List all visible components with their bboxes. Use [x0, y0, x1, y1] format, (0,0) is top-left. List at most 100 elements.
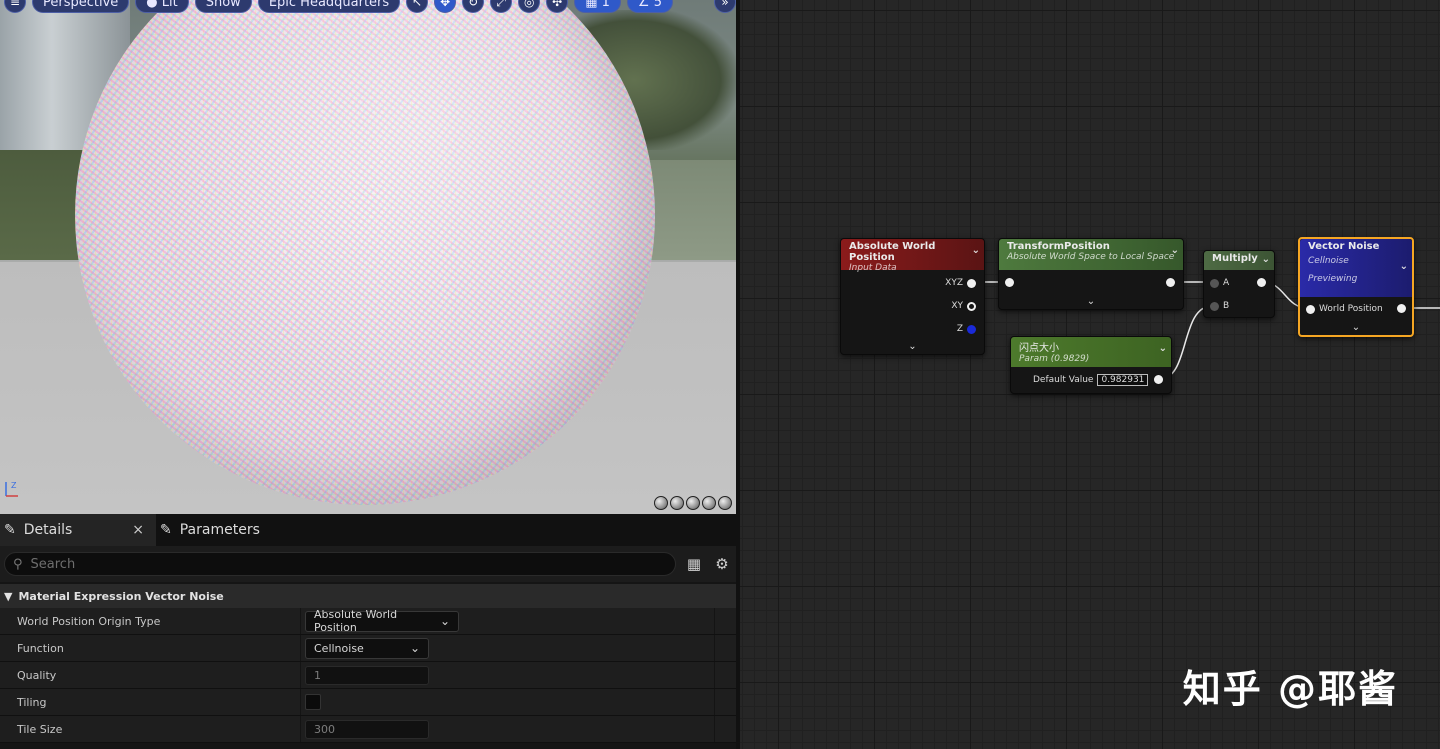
grid-snap-button[interactable]: ▦ 1 [574, 0, 621, 13]
dropdown-value: Cellnoise [314, 641, 364, 655]
output-pin[interactable] [1166, 278, 1175, 287]
view-mode-button[interactable]: Perspective [32, 0, 130, 13]
svg-text:Z: Z [11, 481, 17, 490]
tile-size-field[interactable]: 300 [305, 719, 429, 739]
input-pin-icon [1306, 304, 1315, 314]
rotate-tool-icon[interactable]: ↻ [462, 0, 485, 13]
node-transform-position[interactable]: TransformPosition Absolute World Space t… [998, 238, 1184, 310]
tab-parameters-label: Parameters [179, 522, 260, 538]
chevron-down-icon[interactable]: ⌄ [1400, 261, 1408, 272]
hamburger-menu-icon[interactable]: ≡ [4, 0, 26, 13]
quality-field[interactable]: 1 [305, 665, 429, 685]
property-row-tile-size: Tile Size 300 [0, 716, 736, 743]
search-row: ⚲ ▦ ⚙ [0, 546, 736, 582]
output-pin[interactable] [1154, 375, 1163, 384]
chevron-down-icon: ⌄ [409, 641, 420, 655]
axis-gizmo-icon: Z [2, 478, 22, 500]
output-pin-icon [1397, 304, 1406, 313]
node-title: Multiply [1212, 253, 1258, 264]
node-scalar-parameter[interactable]: 闪点大小 Param (0.9829) ⌄ Default Value 0.98… [1010, 336, 1172, 394]
tab-parameters[interactable]: ✎ Parameters [156, 514, 272, 546]
pencil-icon: ✎ [4, 522, 16, 538]
material-graph[interactable]: Absolute World Position Input Data ⌄ XYZ… [736, 0, 1440, 749]
output-pin[interactable] [1397, 304, 1406, 313]
node-multiply[interactable]: Multiply ⌄ A B [1203, 250, 1275, 318]
chevron-down-icon[interactable]: ⌄ [1171, 245, 1179, 256]
default-value-label: Default Value [1033, 375, 1094, 385]
lit-icon: ● [146, 0, 162, 10]
material-preview-viewport[interactable]: ≡ Perspective ● Lit Show Epic Headquarte… [0, 0, 736, 514]
node-title: TransformPosition [1007, 241, 1110, 252]
output-pin-icon [967, 324, 976, 334]
output-pin[interactable] [1257, 278, 1266, 287]
node-subtitle: Param (0.9829) [1019, 354, 1090, 364]
pin-b[interactable]: B [1210, 301, 1229, 311]
pin-z[interactable]: Z [957, 324, 976, 334]
pin-a[interactable]: A [1210, 278, 1229, 288]
property-label: Tile Size [17, 722, 63, 736]
world-position-origin-type-dropdown[interactable]: Absolute World Position ⌄ [305, 608, 459, 634]
search-box[interactable]: ⚲ [4, 552, 676, 576]
lit-button[interactable]: ● Lit [135, 0, 189, 13]
scale-tool-icon[interactable]: ⤢ [490, 0, 513, 13]
close-icon[interactable]: × [132, 522, 144, 538]
node-title: Vector Noise [1308, 241, 1380, 252]
plane-mesh-icon[interactable] [686, 496, 700, 510]
node-absolute-world-position[interactable]: Absolute World Position Input Data ⌄ XYZ… [840, 238, 985, 355]
chevron-down-icon[interactable]: ⌄ [1262, 254, 1270, 265]
expand-toolbar-icon[interactable]: » [714, 0, 736, 13]
output-pin-icon [1154, 375, 1163, 384]
expand-chevron-icon[interactable]: ⌄ [999, 296, 1183, 307]
pin-label: XY [951, 301, 963, 311]
pin-xyz[interactable]: XYZ [945, 278, 976, 288]
chevron-down-icon[interactable]: ⌄ [1159, 343, 1167, 354]
angle-snap-value: 5 [653, 0, 662, 10]
property-label: World Position Origin Type [17, 614, 161, 628]
pin-world-position[interactable]: World Position [1306, 304, 1383, 314]
input-pin[interactable] [1005, 278, 1014, 287]
output-pin-icon [967, 278, 976, 288]
grid-icon: ▦ [585, 0, 602, 10]
property-row-tiling: Tiling [0, 689, 736, 716]
output-pin-icon [1257, 278, 1266, 287]
dropdown-value: Absolute World Position [314, 608, 398, 634]
property-label: Tiling [17, 695, 47, 709]
teapot-mesh-icon[interactable] [718, 496, 732, 510]
table-view-icon[interactable]: ▦ [684, 554, 704, 574]
angle-snap-button[interactable]: ∠ 5 [626, 0, 673, 13]
pin-label: B [1223, 301, 1230, 311]
pin-xy[interactable]: XY [951, 301, 976, 311]
property-row-world-position-origin-type: World Position Origin Type Absolute Worl… [0, 608, 736, 635]
collapse-arrow-icon: ▼ [4, 589, 13, 603]
default-value-field[interactable]: 0.982931 [1097, 374, 1149, 386]
tiling-checkbox[interactable] [305, 694, 321, 710]
translate-tool-icon[interactable]: ✥ [434, 0, 457, 13]
function-dropdown[interactable]: Cellnoise ⌄ [305, 637, 429, 659]
cube-mesh-icon[interactable] [702, 496, 716, 510]
sphere-mesh-icon[interactable] [670, 496, 684, 510]
output-pin-icon [967, 301, 976, 311]
search-icon: ⚲ [13, 556, 23, 572]
world-space-icon[interactable]: ◎ [518, 0, 541, 13]
select-tool-icon[interactable]: ↖ [406, 0, 429, 13]
section-header[interactable]: ▼ Material Expression Vector Noise [0, 584, 736, 608]
chevron-down-icon: ⌄ [439, 614, 450, 628]
search-input[interactable] [30, 556, 667, 572]
tab-details[interactable]: ✎ Details × [0, 514, 156, 546]
node-subtitle: Cellnoise [1308, 256, 1349, 266]
show-button[interactable]: Show [194, 0, 252, 13]
pencil-icon: ✎ [160, 522, 172, 538]
surface-snap-icon[interactable]: ✣ [546, 0, 569, 13]
gear-icon[interactable]: ⚙ [712, 554, 732, 574]
property-row-quality: Quality 1 [0, 662, 736, 689]
node-vector-noise[interactable]: Vector Noise Cellnoise Previewing ⌄ Worl… [1298, 237, 1414, 337]
expand-chevron-icon[interactable]: ⌄ [841, 341, 984, 352]
node-subtitle: Absolute World Space to Local Space [1007, 252, 1175, 262]
scene-button[interactable]: Epic Headquarters [257, 0, 401, 13]
tab-details-label: Details [23, 522, 73, 538]
cylinder-mesh-icon[interactable] [654, 496, 668, 510]
angle-icon: ∠ [637, 0, 654, 10]
chevron-down-icon[interactable]: ⌄ [972, 245, 980, 256]
property-label: Function [17, 641, 64, 655]
expand-chevron-icon[interactable]: ⌄ [1300, 322, 1412, 333]
